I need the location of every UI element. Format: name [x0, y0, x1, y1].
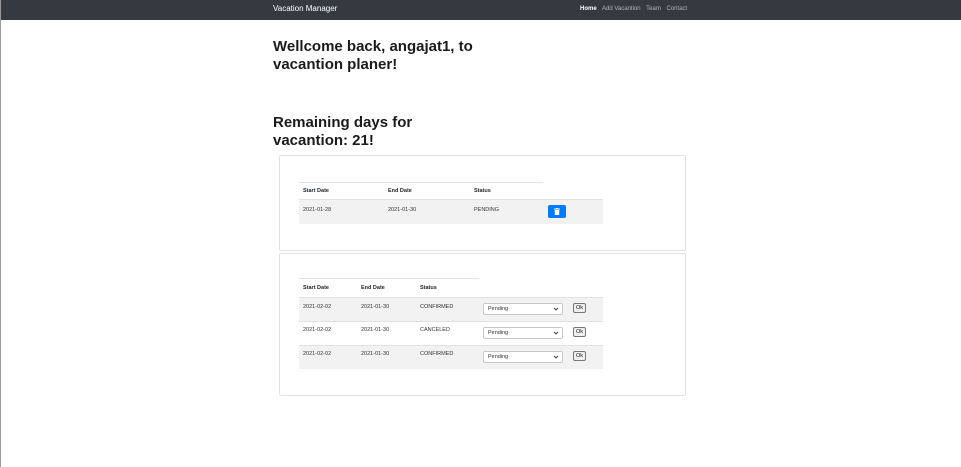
- start-date-cell: 2021-02-02: [303, 304, 332, 310]
- table-top-border: [299, 278, 479, 279]
- table-top-border: [299, 182, 543, 183]
- remaining-days-heading: Remaining days for vacantion: 21!: [273, 114, 413, 149]
- status-select-value: Pending: [488, 330, 509, 336]
- nav-home-link[interactable]: Home: [580, 6, 597, 12]
- end-date-cell: 2021-01-30: [361, 304, 390, 310]
- status-select[interactable]: Pending: [483, 327, 563, 339]
- start-date-cell: 2021-02-02: [303, 327, 332, 333]
- end-date-cell: 2021-01-30: [388, 207, 417, 213]
- my-vacations-card: Start Date End Date Status 2021-01-28 20…: [279, 155, 686, 251]
- column-header-end-date: End Date: [388, 188, 412, 194]
- column-header-start-date: Start Date: [303, 285, 329, 291]
- chevron-down-icon: [553, 307, 559, 311]
- status-select[interactable]: Pending: [483, 351, 563, 363]
- nav-add-vacation-link[interactable]: Add Vacantion: [602, 6, 641, 12]
- status-cell: CANCELED: [420, 327, 450, 333]
- column-header-status: Status: [474, 188, 491, 194]
- status-cell: CONFIRMED: [420, 304, 454, 310]
- delete-button[interactable]: [548, 205, 566, 218]
- ok-button[interactable]: Ok: [573, 327, 586, 337]
- end-date-cell: 2021-01-30: [361, 327, 390, 333]
- brand-link[interactable]: Vacation Manager: [273, 4, 337, 13]
- ok-button[interactable]: Ok: [573, 351, 586, 361]
- column-header-start-date: Start Date: [303, 188, 329, 194]
- chevron-down-icon: [553, 331, 559, 335]
- end-date-cell: 2021-01-30: [361, 351, 390, 357]
- team-requests-card: Start Date End Date Status 2021-02-02 20…: [279, 253, 686, 396]
- start-date-cell: 2021-01-28: [303, 207, 332, 213]
- column-header-end-date: End Date: [361, 285, 385, 291]
- welcome-heading: Wellcome back, angajat1, to vacantion pl…: [273, 38, 473, 73]
- navbar: Vacation Manager Home Add Vacantion Team…: [1, 0, 961, 20]
- ok-button[interactable]: Ok: [573, 303, 586, 313]
- status-select[interactable]: Pending: [483, 303, 563, 315]
- status-select-value: Pending: [488, 306, 509, 312]
- status-cell: PENDING: [474, 207, 500, 213]
- nav-contact-link[interactable]: Contact: [667, 6, 688, 12]
- start-date-cell: 2021-02-02: [303, 351, 332, 357]
- nav-links: Home Add Vacantion Team Contact: [580, 6, 691, 12]
- status-select-value: Pending: [488, 354, 509, 360]
- chevron-down-icon: [553, 355, 559, 359]
- trash-icon: [554, 208, 560, 215]
- nav-team-link[interactable]: Team: [646, 6, 661, 12]
- column-header-status: Status: [420, 285, 437, 291]
- status-cell: CONFIRMED: [420, 351, 454, 357]
